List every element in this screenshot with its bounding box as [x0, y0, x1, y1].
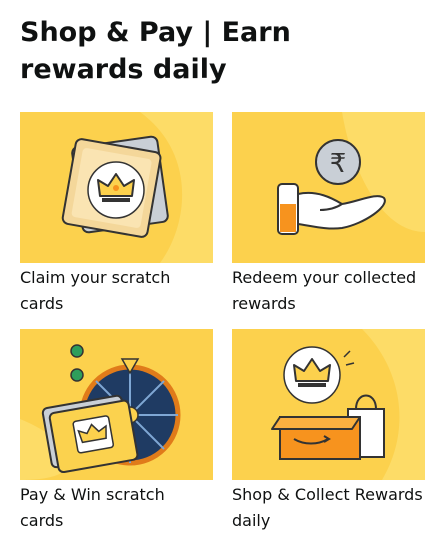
- shop-collect-rewards-card[interactable]: Shop & Collect Rewards daily: [232, 329, 425, 534]
- pay-win-scratch-cards-card[interactable]: Pay & Win scratch cards: [20, 329, 213, 534]
- scratch-cards-crown-icon: [20, 112, 213, 263]
- shopping-box-crown-icon: [232, 329, 425, 480]
- card-label[interactable]: Redeem your collected rewards: [232, 265, 425, 317]
- hand-rupee-coin-icon: ₹: [232, 112, 425, 263]
- svg-text:₹: ₹: [330, 149, 347, 179]
- page-title: Shop & Pay | Earn rewards daily: [20, 17, 291, 85]
- spin-wheel-icon: [20, 329, 213, 480]
- card-label[interactable]: Claim your scratch cards: [20, 265, 213, 317]
- claim-scratch-cards-card[interactable]: Claim your scratch cards: [20, 112, 213, 317]
- card-label[interactable]: Pay & Win scratch cards: [20, 482, 213, 534]
- card-label[interactable]: Shop & Collect Rewards daily: [232, 482, 425, 534]
- redeem-rewards-card[interactable]: ₹ Redeem your collected rewards: [232, 112, 425, 317]
